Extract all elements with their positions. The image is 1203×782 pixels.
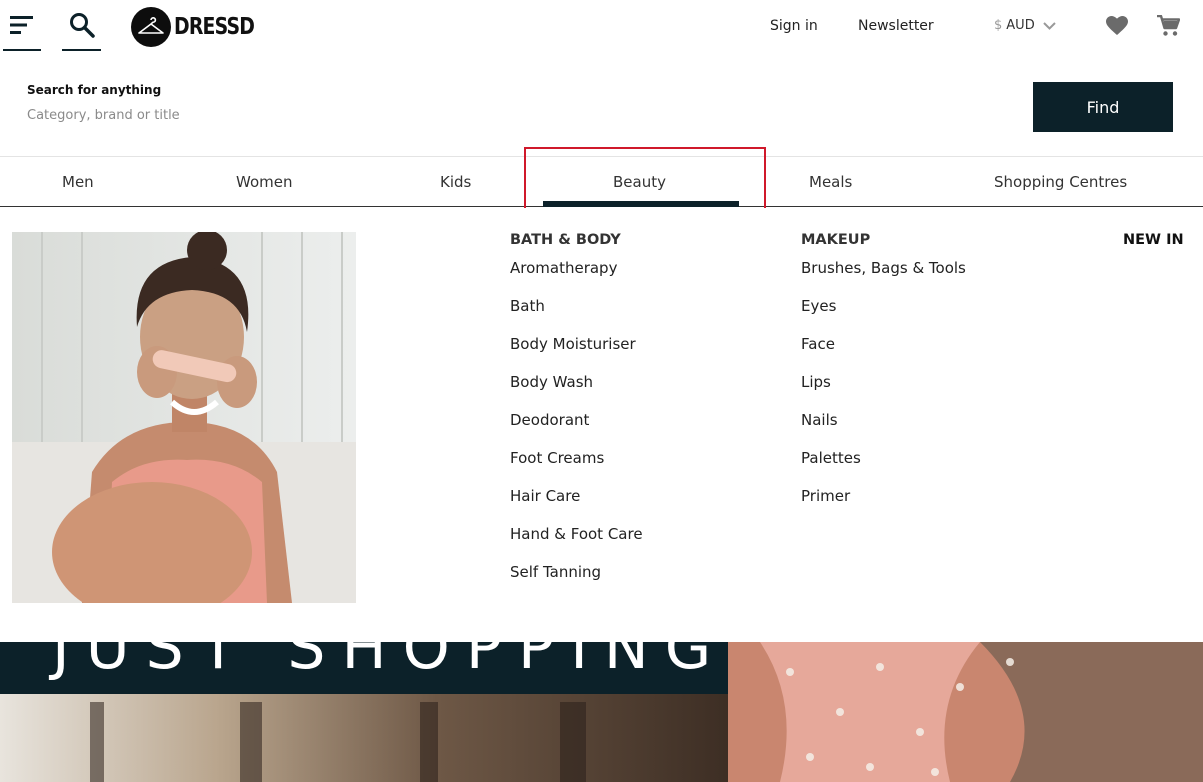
menu-item-lips[interactable]: Lips xyxy=(801,365,966,403)
tab-kids[interactable]: Kids xyxy=(440,173,471,191)
menu-item-hand-foot-care[interactable]: Hand & Foot Care xyxy=(510,517,643,555)
currency-selector[interactable]: $ AUD xyxy=(994,18,1056,33)
menu-item-aromatherapy[interactable]: Aromatherapy xyxy=(510,251,643,289)
menu-item-bath[interactable]: Bath xyxy=(510,289,643,327)
tab-women[interactable]: Women xyxy=(236,173,292,191)
menu-item-hair-care[interactable]: Hair Care xyxy=(510,479,643,517)
menu-item-body-wash[interactable]: Body Wash xyxy=(510,365,643,403)
menu-item-eyes[interactable]: Eyes xyxy=(801,289,966,327)
logo[interactable]: DRESSD xyxy=(131,7,272,47)
chevron-down-icon xyxy=(1042,21,1056,30)
cart-icon xyxy=(1157,14,1181,36)
tab-shopping-centres[interactable]: Shopping Centres xyxy=(994,173,1127,191)
menu-item-palettes[interactable]: Palettes xyxy=(801,441,966,479)
sign-in-link[interactable]: Sign in xyxy=(770,18,818,34)
wishlist-button[interactable] xyxy=(1106,16,1128,40)
menu-button[interactable] xyxy=(3,0,41,51)
category-nav: Men Women Kids Beauty Meals Shopping Cen… xyxy=(0,156,1203,207)
bath-body-heading[interactable]: BATH & BODY xyxy=(510,232,643,251)
active-tab-indicator xyxy=(543,201,739,207)
search-label: Search for anything xyxy=(27,83,162,97)
logo-text: DRESSD xyxy=(174,14,255,40)
menu-item-deodorant[interactable]: Deodorant xyxy=(510,403,643,441)
bath-body-column: BATH & BODY Aromatherapy Bath Body Moist… xyxy=(510,232,643,593)
site-header: DRESSD Sign in Newsletter $ AUD xyxy=(0,0,1203,56)
heart-icon xyxy=(1106,16,1128,35)
menu-item-nails[interactable]: Nails xyxy=(801,403,966,441)
hero-banner-text: JUST SHOPPING xyxy=(48,642,727,683)
tab-men[interactable]: Men xyxy=(62,173,94,191)
menu-item-primer[interactable]: Primer xyxy=(801,479,966,517)
search-bar: Search for anything Find xyxy=(0,56,1203,156)
currency-symbol: $ xyxy=(994,18,1003,33)
currency-code: AUD xyxy=(1006,18,1035,33)
menu-item-face[interactable]: Face xyxy=(801,327,966,365)
cart-button[interactable] xyxy=(1157,14,1181,41)
promo-image[interactable] xyxy=(12,232,356,603)
find-button[interactable]: Find xyxy=(1033,82,1173,132)
menu-item-foot-creams[interactable]: Foot Creams xyxy=(510,441,643,479)
hero-banner[interactable]: JUST SHOPPING xyxy=(0,642,1203,782)
tab-beauty[interactable]: Beauty xyxy=(613,173,666,191)
menu-item-brushes-bags-tools[interactable]: Brushes, Bags & Tools xyxy=(801,251,966,289)
search-icon xyxy=(69,12,95,38)
tab-meals[interactable]: Meals xyxy=(809,173,852,191)
hanger-icon xyxy=(138,17,164,34)
menu-item-body-moisturiser[interactable]: Body Moisturiser xyxy=(510,327,643,365)
menu-item-self-tanning[interactable]: Self Tanning xyxy=(510,555,643,593)
search-toggle-button[interactable] xyxy=(62,0,101,51)
makeup-heading[interactable]: MAKEUP xyxy=(801,232,966,251)
menu-icon xyxy=(10,15,33,34)
search-input[interactable] xyxy=(27,104,627,126)
makeup-column: MAKEUP Brushes, Bags & Tools Eyes Face L… xyxy=(801,232,966,517)
newsletter-link[interactable]: Newsletter xyxy=(858,18,934,34)
beauty-mega-menu: BATH & BODY Aromatherapy Bath Body Moist… xyxy=(0,208,1203,642)
new-in-link[interactable]: NEW IN xyxy=(1123,232,1184,248)
logo-mark xyxy=(131,7,171,47)
